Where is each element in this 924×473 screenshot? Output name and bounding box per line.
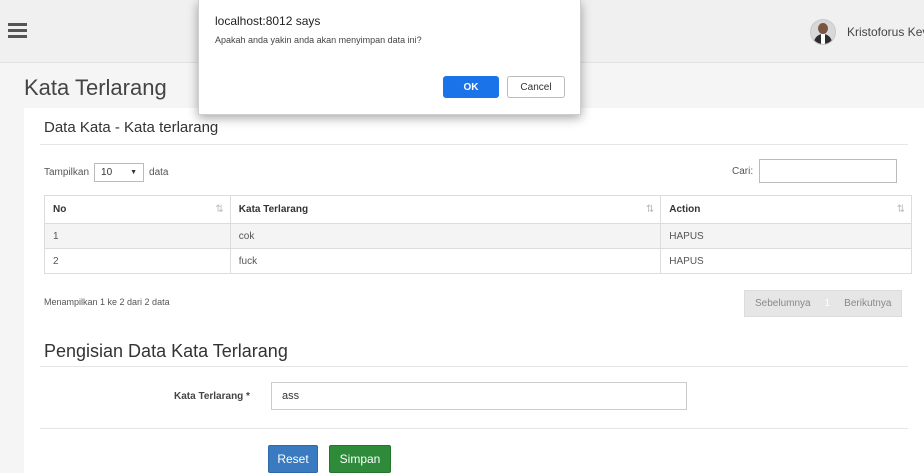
column-header-action[interactable]: Action ⇅ [660,195,912,224]
next-page-button[interactable]: Berikutnya [834,291,901,316]
column-header-no[interactable]: No ⇅ [44,195,231,224]
confirm-dialog: localhost:8012 says Apakah anda yakin an… [198,0,581,115]
table-row: 1 cok HAPUS [44,223,912,249]
cell-kata: fuck [229,248,662,274]
length-prefix-label: Tampilkan [44,167,90,178]
data-table: No ⇅ Kata Terlarang ⇅ Action ⇅ 1 cok HAPUS … [44,195,912,274]
save-button[interactable]: Simpan [329,445,391,473]
delete-link[interactable]: HAPUS [660,248,912,274]
column-header-kata[interactable]: Kata Terlarang ⇅ [229,195,662,224]
cell-kata: cok [229,223,662,249]
sort-icon: ⇅ [896,204,905,215]
page-title: Kata Terlarang [24,75,167,100]
divider [40,144,908,145]
divider [40,428,908,429]
table-header-row: No ⇅ Kata Terlarang ⇅ Action ⇅ [44,195,912,224]
user-name: Kristoforus Kevin [847,25,924,39]
user-menu[interactable]: Kristoforus Kevin [810,19,924,45]
page-length-value: 10 [101,167,113,178]
page-length-select[interactable]: 10 ▼ [94,163,145,182]
avatar [810,19,836,45]
dialog-message: Apakah anda yakin anda akan menyimpan da… [215,35,422,45]
hamburger-menu-icon[interactable] [8,23,27,38]
length-suffix-label: data [149,167,169,178]
pagination: Sebelumnya 1 Berikutnya [744,290,903,317]
cancel-button[interactable]: Cancel [507,76,565,98]
table-info: Menampilkan 1 ke 2 dari 2 data [44,297,170,307]
search-label: Cari: [732,165,754,177]
table-row: 2 fuck HAPUS [44,248,912,274]
dialog-title: localhost:8012 says [215,14,321,28]
divider [40,366,908,367]
delete-link[interactable]: HAPUS [660,223,912,249]
kata-terlarang-input[interactable]: ass [271,382,687,410]
reset-button[interactable]: Reset [268,445,318,473]
previous-page-button[interactable]: Sebelumnya [745,291,821,316]
content-panel: Data Kata - Kata terlarang Tampilkan 10 … [24,108,924,473]
sort-icon: ⇅ [215,204,224,215]
ok-button[interactable]: OK [443,76,499,98]
sort-icon: ⇅ [645,204,655,215]
current-page-button[interactable]: 1 [821,291,835,316]
search-input[interactable] [759,159,898,183]
table-search: Cari: [732,159,898,183]
kata-terlarang-label: Kata Terlarang * [174,391,250,402]
cell-no: 2 [44,248,231,274]
page-length-control: Tampilkan 10 ▼ data [44,163,169,182]
chevron-down-icon: ▼ [130,169,138,176]
form-title: Pengisian Data Kata Terlarang [44,341,288,361]
section-title: Data Kata - Kata terlarang [44,119,219,136]
cell-no: 1 [44,223,231,249]
